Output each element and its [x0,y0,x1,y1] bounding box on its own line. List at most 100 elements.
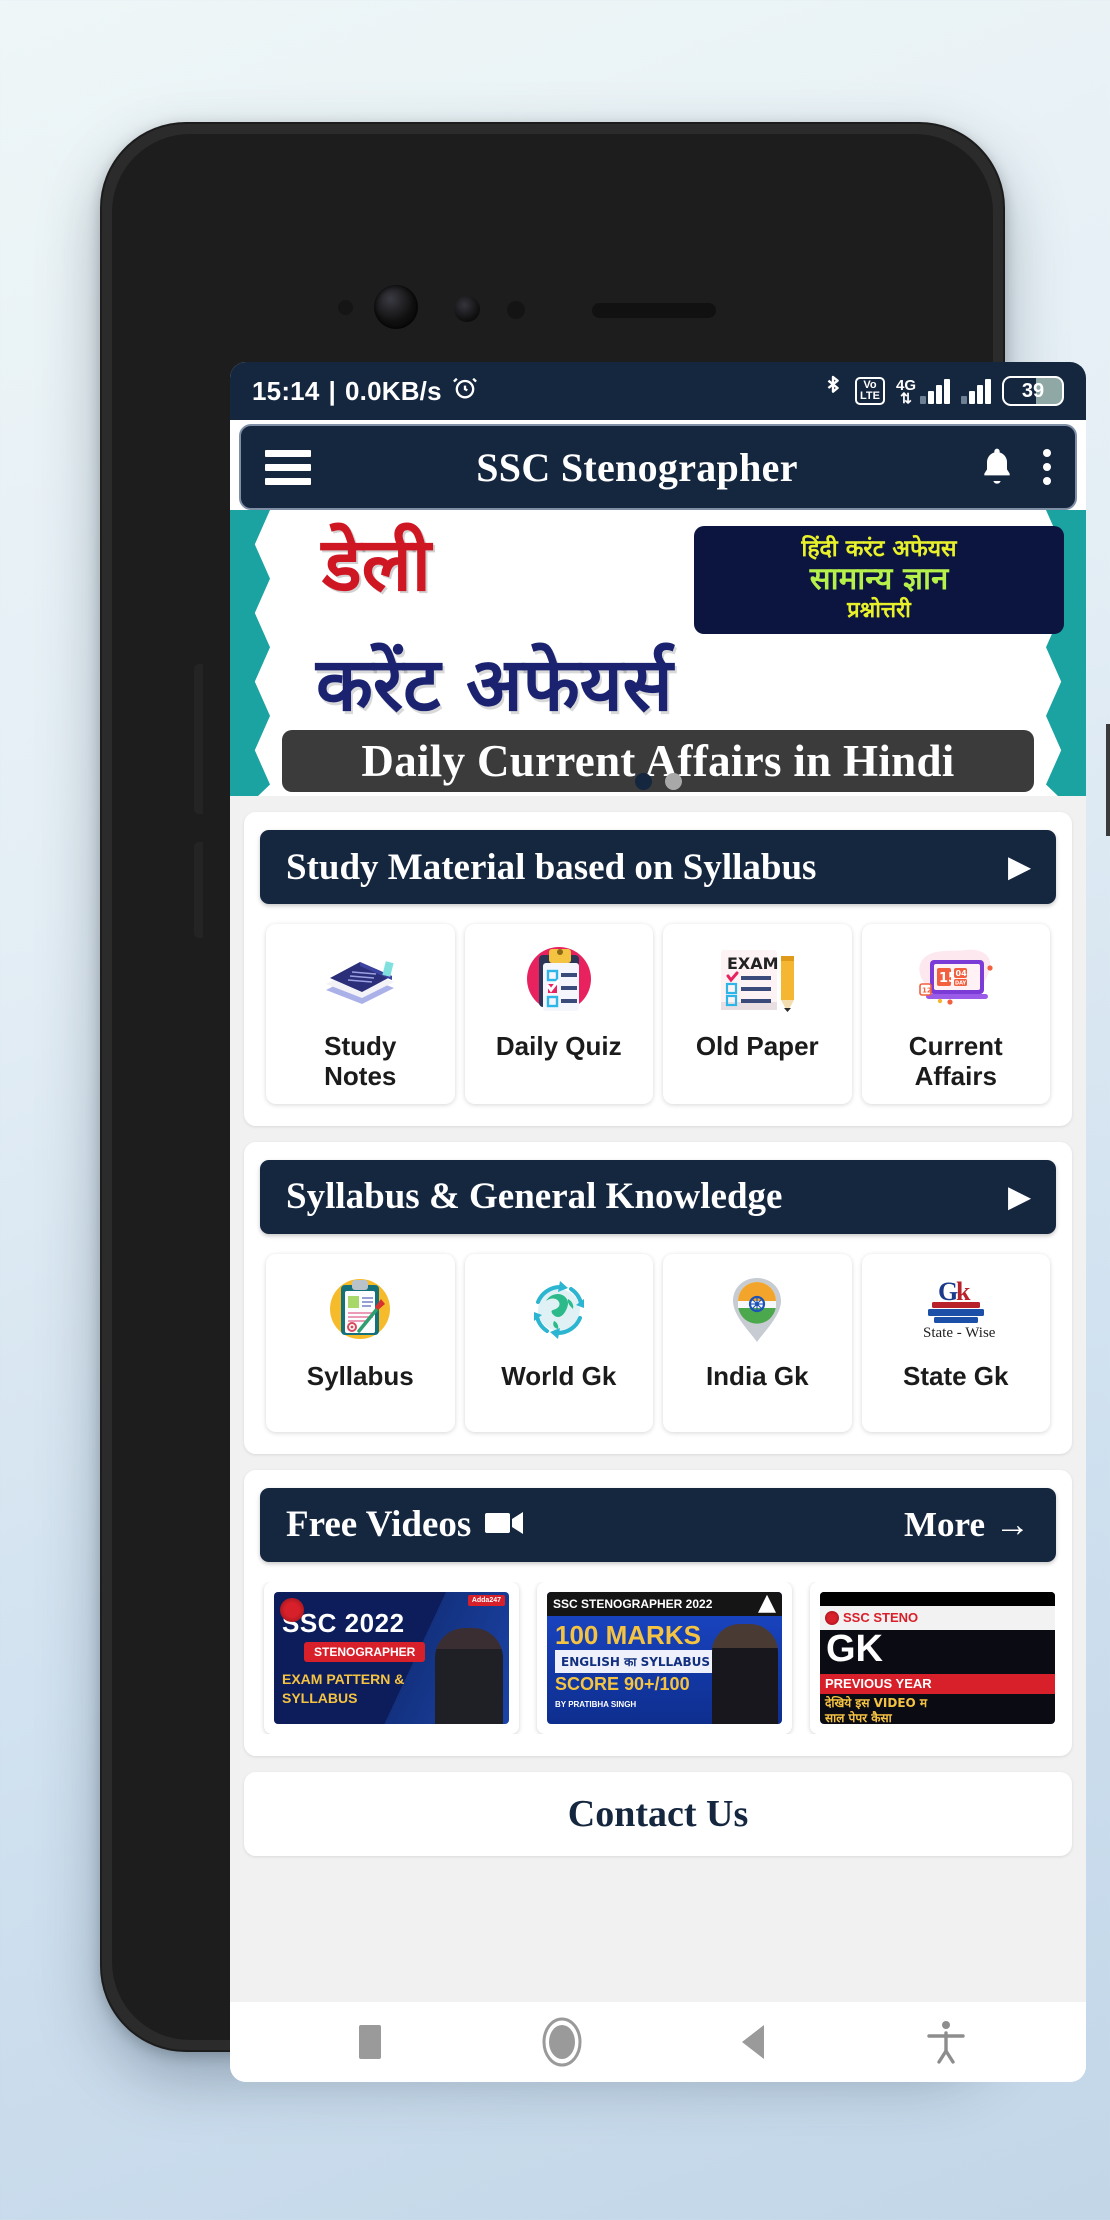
power-button[interactable] [1106,724,1110,836]
video-header: SSC STENOGRAPHER 2022 [547,1591,782,1616]
front-camera-icon [374,285,418,329]
video-thumbnail-list[interactable]: Adda247 SSC 2022 STENOGRAPHER EXAM PATTE… [260,1581,1056,1734]
svg-text:12: 12 [922,987,932,995]
section-title: Study Material based on Syllabus [286,846,817,888]
tile-daily-quiz[interactable]: Daily Quiz [464,924,653,1104]
sensor-dot-icon [338,300,353,315]
presenter-photo [712,1623,778,1724]
tile-label: Current Affairs [908,1031,1003,1091]
android-navigation-bar [230,2002,1086,2082]
svg-text:k: k [956,1277,971,1306]
chevron-right-icon: ▶ [1008,852,1030,883]
main-content: डेली हिंदी करंट अफेयस सामान्य ज्ञान प्रश… [230,510,1086,2002]
more-label: More [904,1504,985,1544]
globe-arrows-icon [518,1268,600,1352]
banner-badge: हिंदी करंट अफेयस सामान्य ज्ञान प्रश्नोत्… [694,526,1064,634]
mobile-signal-1-icon: 4G ⇅ [896,378,950,406]
section-header-syllabus-gk[interactable]: Syllabus & General Knowledge ▶ [260,1159,1056,1234]
video-byline: BY PRATIBHA SINGH [555,1699,637,1709]
clipboard-checklist-icon [517,938,601,1022]
video-line3: SCORE 90+/100 [555,1673,690,1694]
battery-icon: 39 [1002,376,1064,406]
promo-banner-carousel[interactable]: डेली हिंदी करंट अफेयस सामान्य ज्ञान प्रश… [230,510,1086,796]
accessibility-icon[interactable] [914,2010,978,2074]
calendar-laptop-icon: 15 04 DAY 12 [912,938,1000,1022]
video-line3: SYLLABUS [282,1689,358,1706]
sensor-row [102,285,1003,332]
app-bar: SSC Stenographer [239,424,1077,510]
mute-button[interactable] [194,842,203,938]
banner-main-text: करेंट अफेयर्स [316,642,673,728]
presenter-photo [435,1627,503,1724]
gk-books-icon: G k State - Wise [908,1268,1004,1352]
volte-icon: Vo LTE [855,377,885,405]
video-badge: PREVIOUS YEAR [820,1673,1055,1694]
svg-text:DAY: DAY [955,981,967,987]
video-line3: साल पेपर कैसा [825,1710,892,1724]
ssc-emblem-icon [825,1610,839,1625]
kebab-menu-icon[interactable] [1043,449,1051,485]
tile-syllabus[interactable]: Syllabus [266,1253,455,1432]
banner-daily-text: डेली [322,522,431,608]
status-time: 15:14 [252,375,320,406]
tile-state-gk[interactable]: G k State - Wise State Gk [861,1253,1050,1432]
phone-frame: 15:14 | 0.0KB/s Vo LTE 4G ⇅ 39 SSC Steno… [100,122,1110,2082]
study-material-card: Study Material based on Syllabus ▶ Study… [244,812,1072,1126]
status-bar-right: Vo LTE 4G ⇅ 39 [822,373,1064,410]
recents-square-icon[interactable] [338,2010,402,2074]
status-bar: 15:14 | 0.0KB/s Vo LTE 4G ⇅ 39 [230,362,1086,420]
study-material-tiles: Study Notes Daily Quiz EXAM Old Paper 15… [260,924,1056,1104]
light-sensor-icon [507,301,525,319]
back-triangle-icon[interactable] [722,2010,786,2074]
volume-button[interactable] [194,664,203,814]
video-brand-badge: Adda247 [467,1594,505,1607]
page-title: SSC Stenographer [476,444,798,490]
ssc-emblem-icon [280,1597,304,1622]
carousel-dot-2[interactable] [664,773,682,790]
tile-world-gk[interactable]: World Gk [464,1253,653,1432]
status-bar-left: 15:14 | 0.0KB/s [252,374,479,409]
carousel-dot-1[interactable] [634,773,652,790]
video-card-3[interactable]: SSC STENO GK PREVIOUS YEAR देखिये इस VID… [810,1581,1056,1734]
phone-screen: 15:14 | 0.0KB/s Vo LTE 4G ⇅ 39 SSC Steno… [230,362,1086,2082]
section-title: Free Videos [286,1504,472,1546]
free-videos-card: Free Videos More → Adda247 SSC 2022 STEN… [244,1469,1072,1756]
tile-old-paper[interactable]: EXAM Old Paper [663,924,852,1104]
carousel-dots[interactable] [230,773,1086,790]
exam-paper-pencil-icon: EXAM [713,938,801,1022]
mobile-signal-2-icon [961,378,991,404]
book-stack-icon [318,938,402,1022]
contact-us-card[interactable]: Contact Us [244,1771,1072,1856]
video-camera-icon [485,1503,525,1546]
tile-label: Daily Quiz [495,1031,622,1061]
video-line2: देखिये इस VIDEO म [825,1695,928,1710]
battery-level: 39 [1021,379,1045,402]
home-circle-icon[interactable] [530,2010,594,2074]
bell-icon[interactable] [977,445,1017,489]
syllabus-gk-tiles: Syllabus World Gk India Gk G k State - W… [260,1253,1056,1432]
section-header-free-videos[interactable]: Free Videos More → [260,1487,1056,1562]
video-line2: EXAM PATTERN & [282,1670,405,1687]
section-header-study-material[interactable]: Study Material based on Syllabus ▶ [260,830,1056,904]
video-thumbnail: SSC STENO GK PREVIOUS YEAR देखिये इस VID… [820,1591,1055,1724]
status-separator: | [328,375,336,406]
contact-us-title: Contact Us [567,1792,749,1835]
tile-india-gk[interactable]: India Gk [663,1253,852,1432]
tile-study-notes[interactable]: Study Notes [266,924,455,1104]
svg-text:04: 04 [955,969,967,978]
network-speed: 0.0KB/s [344,375,442,406]
alarm-icon [451,374,479,409]
clipboard-pen-icon [319,1268,401,1352]
video-line1: 100 MARKS [555,1619,701,1650]
earpiece-speaker [592,303,716,318]
data-arrows-icon: ⇅ [900,390,912,406]
banner-badge-line3: प्रश्नोत्तरी [847,597,911,623]
video-card-1[interactable]: Adda247 SSC 2022 STENOGRAPHER EXAM PATTE… [264,1581,519,1734]
tile-label: World Gk [501,1360,617,1391]
video-card-2[interactable]: SSC STENOGRAPHER 2022 100 MARKS ENGLISH … [537,1581,792,1734]
more-videos-button[interactable]: More → [904,1505,1030,1545]
video-badge: STENOGRAPHER [304,1641,426,1662]
video-header: SSC STENO [843,1610,919,1626]
svg-text:State - Wise: State - Wise [923,1325,996,1341]
tile-current-affairs[interactable]: 15 04 DAY 12 Current Affairs [861,924,1050,1104]
